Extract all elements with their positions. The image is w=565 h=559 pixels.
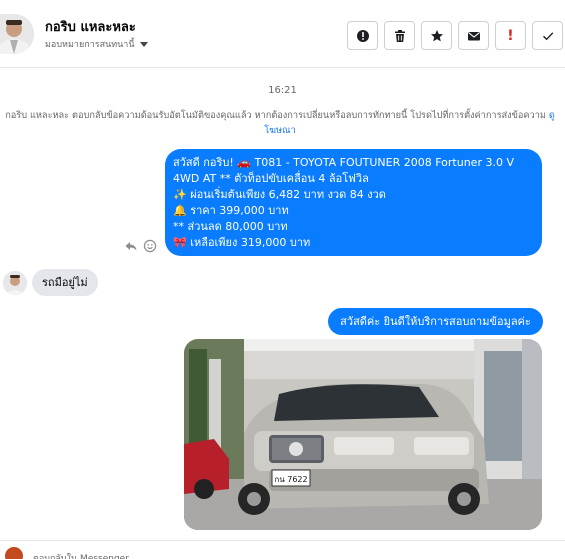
check-icon: [542, 31, 553, 40]
page-avatar: [5, 547, 23, 559]
message-timestamp: 16:21: [268, 85, 297, 96]
notice-text: กอริบ แหละหละ ตอบกลับข้อความด้อนรับอัตโน…: [5, 110, 546, 121]
report-button[interactable]: [347, 21, 378, 50]
exclamation-icon: !: [507, 27, 514, 44]
message-line: 🎀 เหลือเพียง 319,000 บาท: [173, 236, 311, 249]
conversation-actions: !: [347, 21, 563, 50]
outgoing-message[interactable]: สวัสดี กอริบ! 🚗 T081 - TOYOTA FOUTUNER 2…: [165, 149, 542, 256]
alert-circle-icon: [356, 29, 369, 42]
contact-avatar[interactable]: [0, 14, 34, 54]
spam-button[interactable]: !: [495, 21, 526, 50]
auto-reply-notice: กอริบ แหละหละ ตอบกลับข้อความด้อนรับอัตโน…: [0, 108, 560, 138]
star-button[interactable]: [421, 21, 452, 50]
smiley-icon[interactable]: [143, 239, 157, 253]
sender-avatar: [3, 271, 27, 295]
done-button[interactable]: [532, 21, 563, 50]
assign-conversation-dropdown[interactable]: มอบหมายการสนทนานี้: [45, 37, 148, 51]
message-line: ✨ ผ่อนเริ่มต้นเพียง 6,482 บาท งวด 84 งวด: [173, 188, 386, 201]
message-line: สวัสดี กอริบ! 🚗 T081 - TOYOTA FOUTUNER 2…: [173, 156, 514, 169]
message-actions: [124, 239, 157, 253]
incoming-message[interactable]: รถมือยู่ไม่: [32, 269, 98, 296]
mark-unread-button[interactable]: [458, 21, 489, 50]
chevron-down-icon: [139, 41, 148, 47]
reply-icon[interactable]: [124, 239, 138, 253]
outgoing-message[interactable]: สวัสดีค่ะ ยินดีให้บริการสอบถามข้อมูลค่ะ: [328, 308, 543, 335]
message-line: 4WD AT ** ตัวท็อปขับเคลื่อน 4 ล้อโฟวิล: [173, 172, 369, 185]
car-photo[interactable]: กน 7622: [184, 339, 542, 530]
trash-icon: [394, 29, 405, 42]
delete-button[interactable]: [384, 21, 415, 50]
license-plate: กน 7622: [274, 475, 307, 484]
message-line: ** ส่วนลด 80,000 บาท: [173, 220, 288, 233]
reply-in-messenger-link[interactable]: ตอบกลับใน Messenger: [33, 551, 129, 559]
assign-label: มอบหมายการสนทนานี้: [45, 40, 135, 50]
conversation-header: กอริบ แหละหละ มอบหมายการสนทนานี้ !: [0, 0, 565, 68]
message-line: 🔔 ราคา 399,000 บาท: [173, 204, 289, 217]
contact-name[interactable]: กอริบ แหละหละ: [45, 16, 136, 37]
star-icon: [430, 29, 443, 41]
mail-icon: [467, 31, 480, 40]
composer-bar: ตอบกลับใน Messenger: [0, 540, 565, 559]
